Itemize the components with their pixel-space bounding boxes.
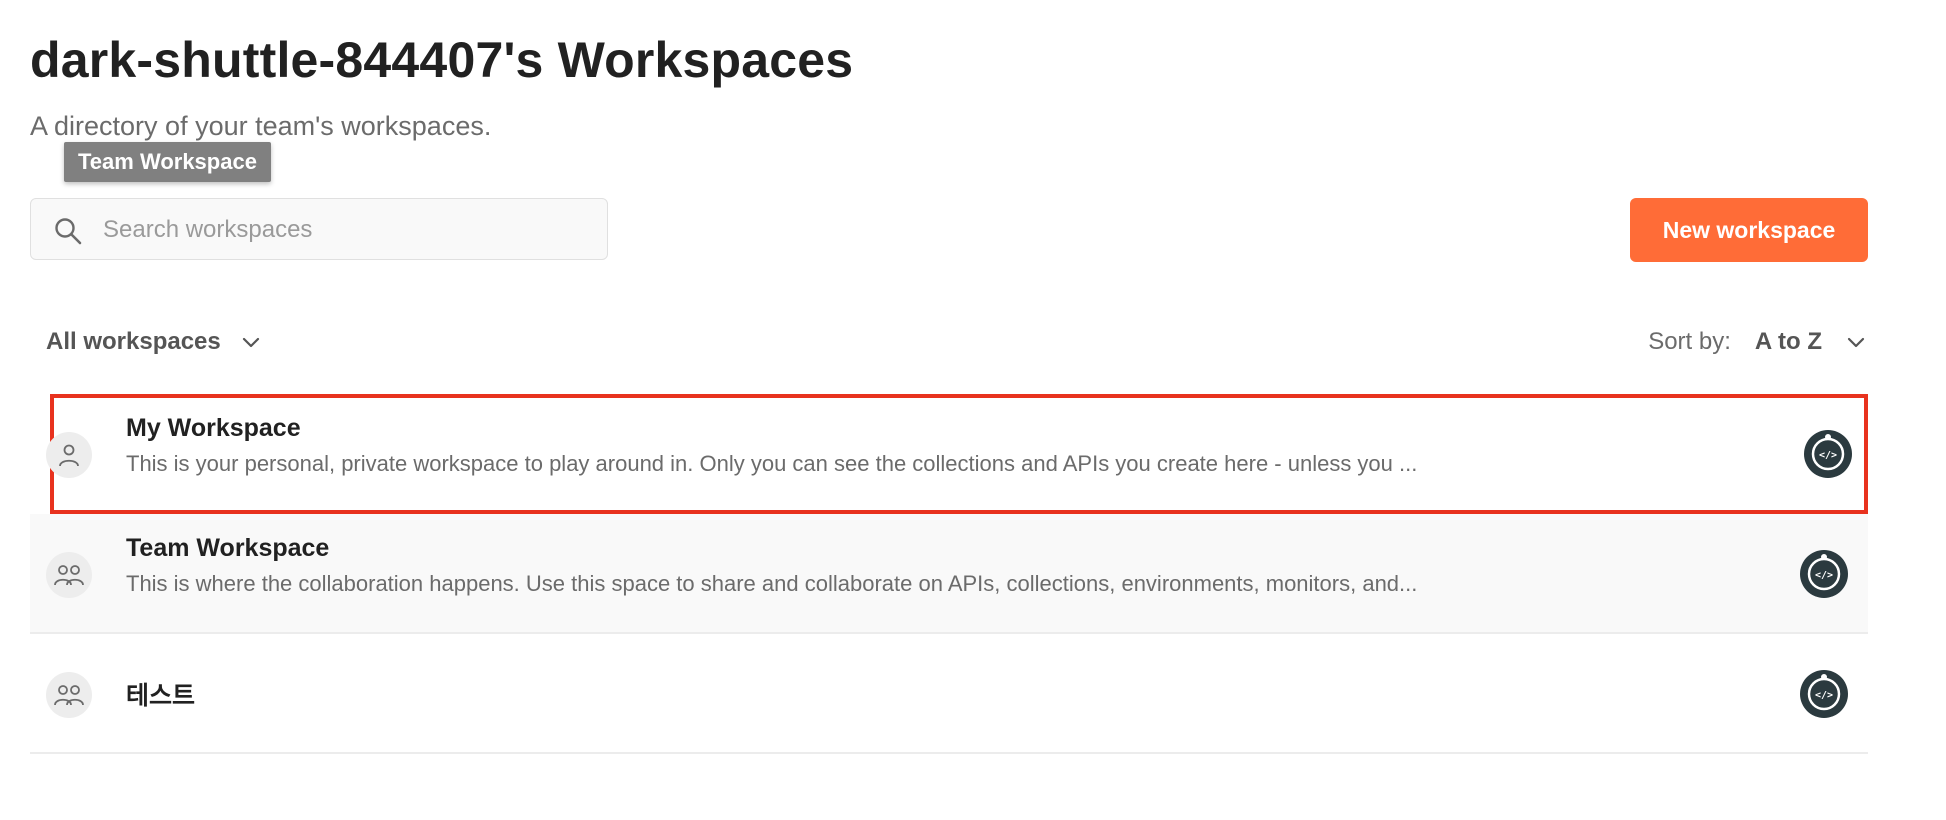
workspace-type-avatar: [46, 432, 92, 478]
page-title: dark-shuttle-844407's Workspaces: [30, 32, 854, 88]
page-subtitle: A directory of your team's workspaces.: [30, 111, 492, 141]
workspace-row-text: Team Workspace This is where the collabo…: [126, 530, 1748, 602]
chevron-down-icon: [1847, 337, 1865, 348]
api-badge-icon: </>: [1804, 430, 1852, 478]
sort-control: Sort by: A to Z: [1648, 324, 1868, 360]
workspace-row-my-workspace[interactable]: My Workspace This is your personal, priv…: [46, 394, 1868, 514]
workspace-type-avatar: [46, 672, 92, 718]
api-badge-icon: </>: [1800, 550, 1848, 598]
workspaces-page: dark-shuttle-844407's Workspaces A direc…: [0, 0, 1946, 820]
workspace-tooltip: Team Workspace: [64, 142, 271, 182]
workspace-name: 테스트: [126, 682, 196, 710]
workspace-description: This is where the collaboration happens.…: [126, 571, 1418, 596]
new-workspace-button[interactable]: New workspace: [1630, 198, 1868, 262]
workspace-list: My Workspace This is your personal, priv…: [30, 394, 1868, 754]
api-badge-icon: </>: [1800, 670, 1848, 718]
sort-label: Sort by:: [1648, 328, 1731, 355]
workspace-name: Team Workspace: [126, 534, 330, 562]
search-icon: [55, 218, 82, 245]
personal-user-icon: [59, 444, 79, 467]
workspace-row-team-workspace[interactable]: Team Workspace This is where the collabo…: [30, 514, 1868, 634]
workspace-description: This is your personal, private workspace…: [126, 451, 1418, 476]
sort-dropdown[interactable]: A to Z: [1755, 328, 1868, 356]
team-users-icon: [54, 685, 84, 706]
workspace-row-text: My Workspace This is your personal, priv…: [126, 410, 1748, 482]
workspace-row-test[interactable]: 테스트 </>: [30, 634, 1868, 754]
workspace-filter-label: All workspaces: [46, 328, 221, 355]
search-input[interactable]: [101, 209, 595, 251]
svg-text:</>: </>: [1815, 570, 1833, 581]
workspace-type-avatar: [46, 552, 92, 598]
workspace-name: My Workspace: [126, 414, 301, 442]
svg-text:</>: </>: [1819, 450, 1837, 461]
team-users-icon: [54, 565, 84, 586]
chevron-down-icon: [242, 337, 259, 348]
sort-value: A to Z: [1754, 328, 1822, 355]
svg-text:</>: </>: [1815, 690, 1833, 701]
search-box[interactable]: [30, 198, 608, 260]
workspace-filter-dropdown[interactable]: All workspaces: [46, 324, 263, 360]
